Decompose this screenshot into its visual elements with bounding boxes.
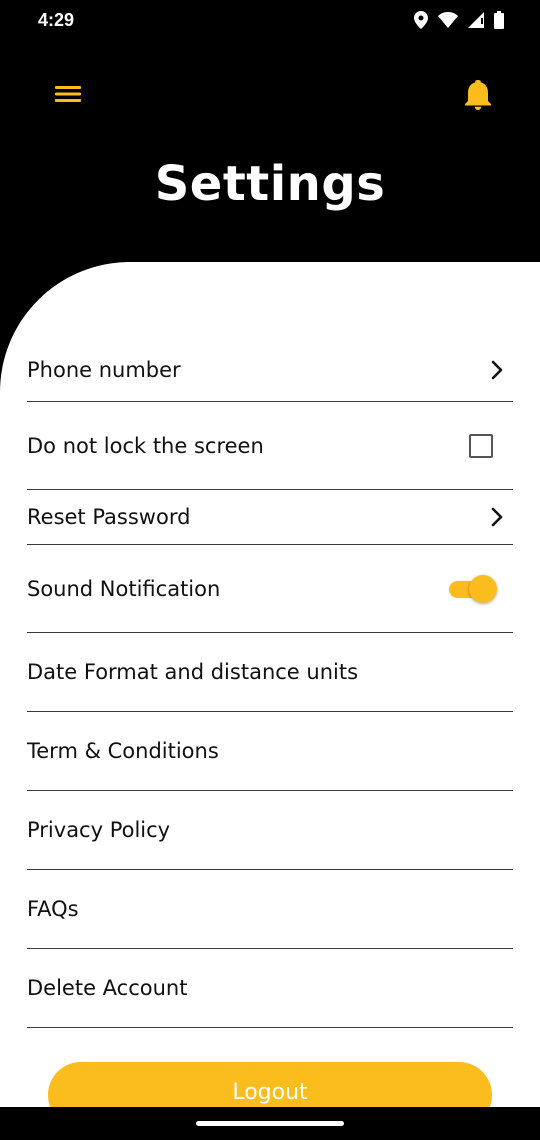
setting-label: Reset Password (27, 505, 191, 529)
setting-row-faqs[interactable]: FAQs (27, 870, 513, 949)
setting-row-reset-password[interactable]: Reset Password (27, 490, 513, 545)
location-icon (414, 11, 428, 29)
setting-row-do-not-lock[interactable]: Do not lock the screen (27, 402, 513, 490)
system-navigation-bar (0, 1107, 540, 1140)
notification-button[interactable] (460, 80, 496, 114)
setting-row-date-format[interactable]: Date Format and distance units (27, 633, 513, 712)
sound-notification-toggle[interactable] (449, 574, 499, 604)
setting-row-privacy-policy[interactable]: Privacy Policy (27, 791, 513, 870)
setting-row-phone-number[interactable]: Phone number (27, 339, 513, 402)
setting-label: FAQs (27, 897, 79, 921)
menu-button[interactable] (52, 80, 84, 112)
setting-row-sound-notification[interactable]: Sound Notification (27, 545, 513, 633)
setting-row-terms[interactable]: Term & Conditions (27, 712, 513, 791)
setting-row-delete-account[interactable]: Delete Account (27, 949, 513, 1028)
hamburger-menu-icon (55, 85, 81, 107)
status-time: 4:29 (38, 10, 75, 30)
chevron-right-icon (491, 507, 503, 527)
setting-label: Delete Account (27, 976, 188, 1000)
settings-screen: 4:29 Settings Phone number Do not lock t… (0, 0, 540, 1140)
chevron-right-icon (491, 360, 503, 380)
bell-icon (465, 80, 491, 114)
home-gesture-handle[interactable] (196, 1121, 344, 1126)
setting-label: Privacy Policy (27, 818, 171, 842)
battery-icon (494, 11, 504, 29)
status-bar: 4:29 (0, 0, 540, 42)
wifi-icon (438, 12, 458, 28)
page-title: Settings (154, 156, 386, 212)
status-icons (414, 11, 504, 29)
signal-icon (468, 12, 484, 28)
toggle-thumb (469, 574, 497, 603)
setting-label: Date Format and distance units (27, 660, 359, 684)
do-not-lock-checkbox[interactable] (469, 433, 493, 458)
setting-label: Term & Conditions (27, 739, 219, 763)
setting-label: Sound Notification (27, 576, 221, 601)
setting-label: Do not lock the screen (27, 433, 264, 458)
setting-label: Phone number (27, 358, 181, 382)
settings-list: Phone number Do not lock the screen Rese… (27, 339, 513, 1028)
